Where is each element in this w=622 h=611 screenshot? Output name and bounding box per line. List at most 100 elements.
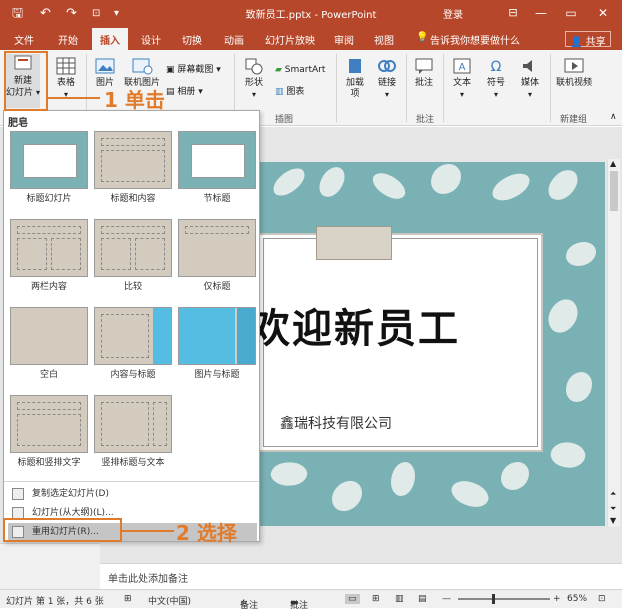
zoom-level[interactable]: 65%	[567, 594, 587, 604]
layout-section-header-thumbnail	[178, 131, 256, 189]
tab-animations[interactable]: 动画	[224, 32, 244, 47]
layout-section-header[interactable]: 节标题	[178, 131, 256, 204]
spellcheck-icon[interactable]: ⊞	[124, 594, 132, 604]
minimize-button[interactable]: —	[530, 3, 552, 23]
duplicate-slides-item[interactable]: 复制选定幻灯片(D)	[8, 485, 257, 503]
screenshot-button[interactable]: ▣ 屏幕截图 ▾	[166, 64, 221, 76]
layout-title-content[interactable]: 标题和内容	[94, 131, 172, 204]
slide-subtitle[interactable]: 鑫瑞科技有限公司	[280, 413, 392, 433]
scroll-down-icon[interactable]: ▼	[610, 516, 616, 525]
chart-label: 图表	[286, 87, 305, 97]
layout-title-vertical-text-label: 标题和竖排文字	[17, 458, 81, 468]
tab-design[interactable]: 设计	[141, 32, 161, 47]
album-icon: ▤	[166, 87, 178, 97]
layout-blank[interactable]: 空白	[10, 307, 88, 380]
tab-file[interactable]: 文件	[14, 32, 34, 47]
comments-label: 批注	[290, 601, 309, 611]
tab-view[interactable]: 视图	[374, 32, 394, 47]
layout-picture-caption[interactable]: 图片与标题	[178, 307, 256, 380]
share-button[interactable]: 👤 共享	[565, 31, 611, 48]
video-icon	[564, 58, 584, 73]
tab-home[interactable]: 开始	[58, 32, 78, 47]
layout-title-only[interactable]: 仅标题	[178, 219, 256, 292]
text-button[interactable]: A 文本 ▾	[449, 56, 475, 101]
layout-title-vertical-text[interactable]: 标题和竖排文字	[10, 395, 88, 468]
annotation-box-new-slide	[4, 51, 48, 111]
tell-me-box[interactable]: 告诉我你想要做什么	[430, 32, 520, 47]
shapes-label: 形状	[244, 78, 263, 88]
chart-button[interactable]: ▥ 图表	[275, 86, 304, 98]
group-comments: 批注	[416, 115, 435, 125]
symbol-button[interactable]: Ω 符号 ▾	[483, 56, 509, 101]
comment-label: 批注	[414, 78, 433, 88]
paper-clip-decoration	[316, 226, 392, 260]
svg-text:Ω: Ω	[491, 59, 502, 75]
layout-title-content-thumbnail	[94, 131, 172, 189]
tab-insert[interactable]: 插入	[92, 28, 128, 50]
annotation-box-reuse	[3, 518, 122, 542]
close-button[interactable]: ✕	[592, 3, 614, 23]
online-video-button[interactable]: 联机视频	[554, 56, 594, 89]
tab-transitions[interactable]: 切换	[182, 32, 202, 47]
lightbulb-icon: 💡	[416, 32, 429, 43]
slideshow-icon[interactable]: ▤	[418, 594, 427, 604]
album-button[interactable]: ▤ 相册 ▾	[166, 86, 203, 98]
layout-comparison-label: 比较	[123, 282, 142, 292]
scroll-thumb[interactable]	[610, 171, 618, 211]
annotation-step-1: 1 单击	[104, 88, 165, 112]
slide-sorter-icon[interactable]: ⊞	[372, 594, 380, 604]
zoom-slider[interactable]	[458, 598, 550, 600]
table-label: 表格	[56, 78, 75, 88]
screenshot-label: 屏幕截图	[177, 65, 214, 75]
comment-button[interactable]: 批注	[410, 56, 438, 89]
layout-title-only-thumbnail	[178, 219, 256, 277]
zoom-in-icon[interactable]: +	[553, 594, 561, 604]
tab-slideshow[interactable]: 幻灯片放映	[265, 32, 315, 47]
layout-picture-caption-thumbnail	[178, 307, 256, 365]
layout-two-content[interactable]: 两栏内容	[10, 219, 88, 292]
normal-view-icon[interactable]: ▭	[345, 594, 360, 604]
ribbon-display-icon[interactable]: ⊟	[502, 3, 524, 23]
prev-slide-icon[interactable]: ⏶	[610, 489, 616, 499]
layout-comparison-thumbnail	[94, 219, 172, 277]
reading-view-icon[interactable]: ▥	[395, 594, 404, 604]
collapse-ribbon-icon[interactable]: ∧	[610, 112, 617, 122]
layout-picture-caption-label: 图片与标题	[194, 370, 240, 380]
share-label: 共享	[585, 37, 606, 48]
link-button[interactable]: 链接 ▾	[374, 56, 400, 101]
document-title: 致新员工.pptx - PowerPoint	[245, 10, 377, 21]
layout-comparison[interactable]: 比较	[94, 219, 172, 292]
login-link[interactable]: 登录	[443, 6, 463, 21]
picture-icon	[95, 58, 115, 74]
next-slide-icon[interactable]: ⏷	[610, 504, 616, 514]
layout-content-caption[interactable]: 内容与标题	[94, 307, 172, 380]
notes-input[interactable]: 单击此处添加备注	[100, 563, 622, 589]
scroll-up-icon[interactable]: ▲	[610, 159, 616, 168]
fit-to-window-icon[interactable]: ⊡	[598, 594, 606, 604]
group-illustrations: 插图	[275, 115, 294, 125]
vertical-scrollbar[interactable]: ▲ ⏶ ⏷ ▼	[607, 159, 620, 527]
smartart-button[interactable]: ▰ SmartArt	[275, 64, 325, 76]
restore-button[interactable]: ▭	[560, 3, 582, 23]
svg-text:A: A	[459, 62, 466, 73]
duplicate-icon	[12, 488, 24, 500]
layout-title-only-label: 仅标题	[203, 282, 231, 292]
addins-button[interactable]: 加载 项	[342, 56, 368, 100]
zoom-out-icon[interactable]: —	[442, 594, 451, 604]
online-picture-icon	[132, 58, 153, 75]
slide-title[interactable]: 欢迎新员工	[250, 296, 540, 354]
layout-title-slide[interactable]: 标题幻灯片	[10, 131, 88, 204]
layout-title-slide-thumbnail	[10, 131, 88, 189]
slides-from-outline-label: 幻灯片(从大纲)(L)...	[32, 508, 114, 518]
duplicate-slides-label: 复制选定幻灯片(D)	[32, 489, 109, 499]
table-button[interactable]: 表格 ▾	[52, 56, 80, 101]
person-icon: 👤	[570, 37, 586, 48]
zoom-slider-thumb[interactable]	[492, 594, 495, 604]
new-slide-layout-gallery: 肥皂 标题幻灯片 标题和内容 节标题 两栏内容 比较 仅标题 空白 内容与标题 …	[3, 110, 260, 542]
media-button[interactable]: 媒体 ▾	[517, 56, 543, 101]
annotation-step-2: 2 选择	[176, 521, 237, 545]
shapes-button[interactable]: 形状 ▾	[240, 56, 268, 101]
language-indicator[interactable]: 中文(中国)	[148, 594, 191, 607]
tab-review[interactable]: 审阅	[334, 32, 354, 47]
layout-vertical-title-text[interactable]: 竖排标题与文本	[94, 395, 172, 468]
